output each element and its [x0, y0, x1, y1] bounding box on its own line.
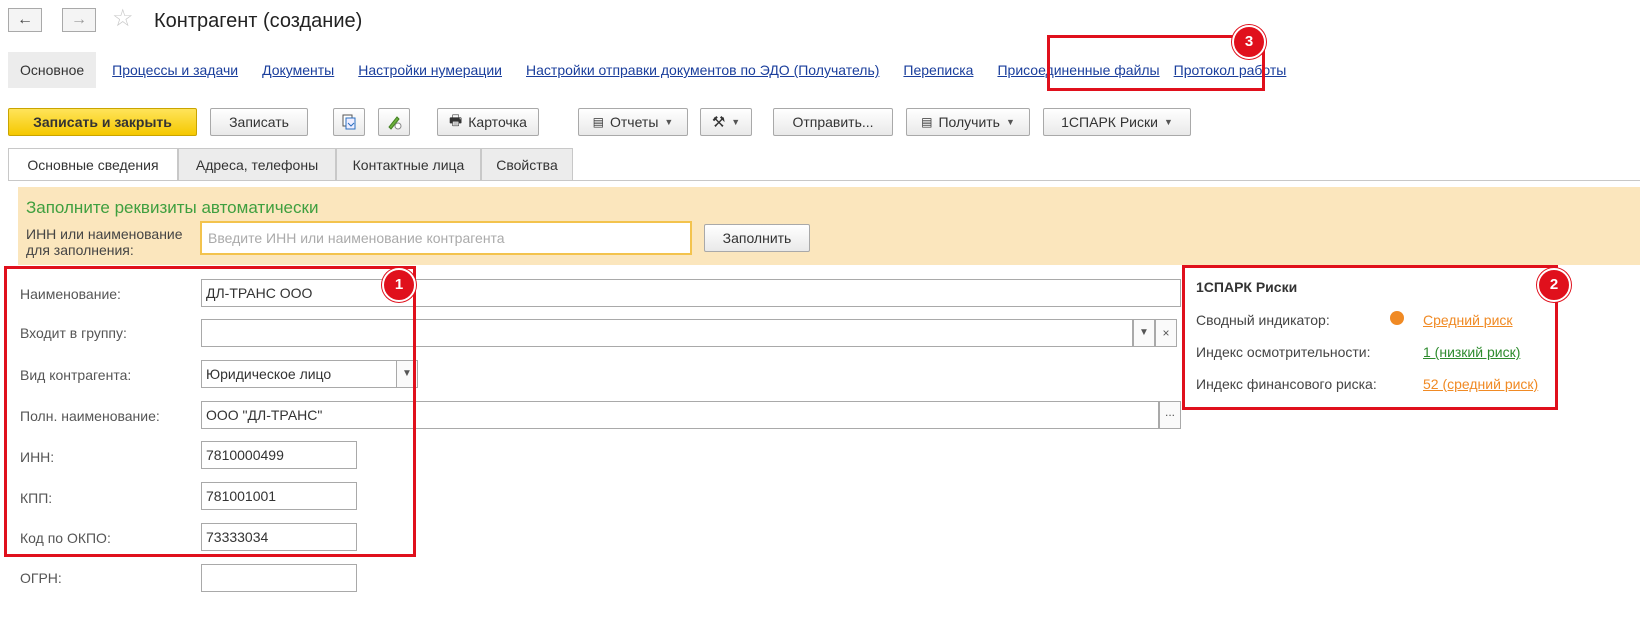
section-correspondence[interactable]: Переписка [903, 62, 973, 78]
save-button[interactable]: Записать [210, 108, 308, 136]
close-icon: × [1162, 326, 1170, 340]
tab-contacts[interactable]: Контактные лица [336, 148, 481, 180]
printer-icon: 🖶 [449, 112, 463, 128]
section-processes[interactable]: Процессы и задачи [112, 62, 238, 78]
ellipsis-icon: ... [1164, 405, 1175, 419]
report-icon: ▤ [921, 115, 933, 129]
autofill-button[interactable]: Заполнить [704, 224, 810, 252]
sign-document-button[interactable] [378, 108, 410, 136]
section-numbering-settings[interactable]: Настройки нумерации [358, 62, 502, 78]
back-arrow-icon: ← [17, 11, 33, 28]
chevron-down-icon: ▼ [731, 117, 741, 127]
badge-number: 2 [1537, 268, 1571, 302]
group-dropdown-button[interactable]: ▼ [1133, 319, 1155, 347]
reports-label: Отчеты [610, 114, 659, 130]
section-edo-settings[interactable]: Настройки отправки документов по ЭДО (По… [526, 62, 879, 78]
favorite-star-icon[interactable]: ☆ [112, 4, 134, 34]
spark-risks-menu-button[interactable]: 1СПАРК Риски ▼ [1043, 108, 1191, 136]
highlight-box-requisites [4, 266, 416, 557]
tab-addresses[interactable]: Адреса, телефоны [178, 148, 336, 180]
chevron-down-icon: ▼ [1163, 117, 1173, 127]
back-button[interactable]: ← [8, 8, 42, 32]
badge-number: 3 [1232, 25, 1266, 59]
page-title: Контрагент (создание) [154, 10, 363, 32]
autofill-title: Заполните реквизиты автоматически [26, 198, 319, 217]
tools-menu-button[interactable]: ⚒ ▼ [700, 108, 752, 136]
send-button[interactable]: Отправить... [773, 108, 893, 136]
tools-icon: ⚒ [711, 114, 726, 131]
fullname-edit-button[interactable]: ... [1159, 401, 1181, 429]
autofill-label: ИНН или наименование для заполнения: [26, 226, 183, 258]
section-main[interactable]: Основное [8, 52, 97, 88]
chevron-down-icon: ▼ [1005, 117, 1015, 127]
chevron-down-icon: ▼ [1139, 327, 1149, 338]
copy-document-button[interactable] [333, 108, 365, 136]
ogrn-label: ОГРН: [20, 570, 62, 586]
save-and-close-button[interactable]: Записать и закрыть [8, 108, 197, 136]
chevron-down-icon: ▼ [664, 117, 674, 127]
tab-divider [8, 180, 1640, 181]
pen-sign-icon [388, 116, 402, 130]
highlight-box-risks [1182, 265, 1558, 410]
card-print-button[interactable]: 🖶 Карточка [437, 108, 539, 136]
tab-main-info[interactable]: Основные сведения [8, 148, 178, 181]
card-label: Карточка [468, 114, 527, 130]
section-documents[interactable]: Документы [262, 62, 334, 78]
group-clear-button[interactable]: × [1155, 319, 1177, 347]
tab-properties[interactable]: Свойства [481, 148, 573, 180]
ogrn-field[interactable] [201, 564, 357, 592]
reports-menu-button[interactable]: ▤ Отчеты ▼ [578, 108, 688, 136]
forward-button[interactable]: → [62, 8, 96, 32]
report-icon: ▤ [592, 115, 604, 129]
receive-menu-button[interactable]: ▤ Получить ▼ [906, 108, 1030, 136]
autofill-search-input[interactable]: Введите ИНН или наименование контрагента [200, 221, 692, 255]
spark-label: 1СПАРК Риски [1061, 114, 1158, 130]
badge-number: 1 [382, 268, 416, 302]
receive-label: Получить [938, 114, 1000, 130]
copy-document-icon [342, 114, 356, 130]
forward-arrow-icon: → [71, 11, 87, 28]
